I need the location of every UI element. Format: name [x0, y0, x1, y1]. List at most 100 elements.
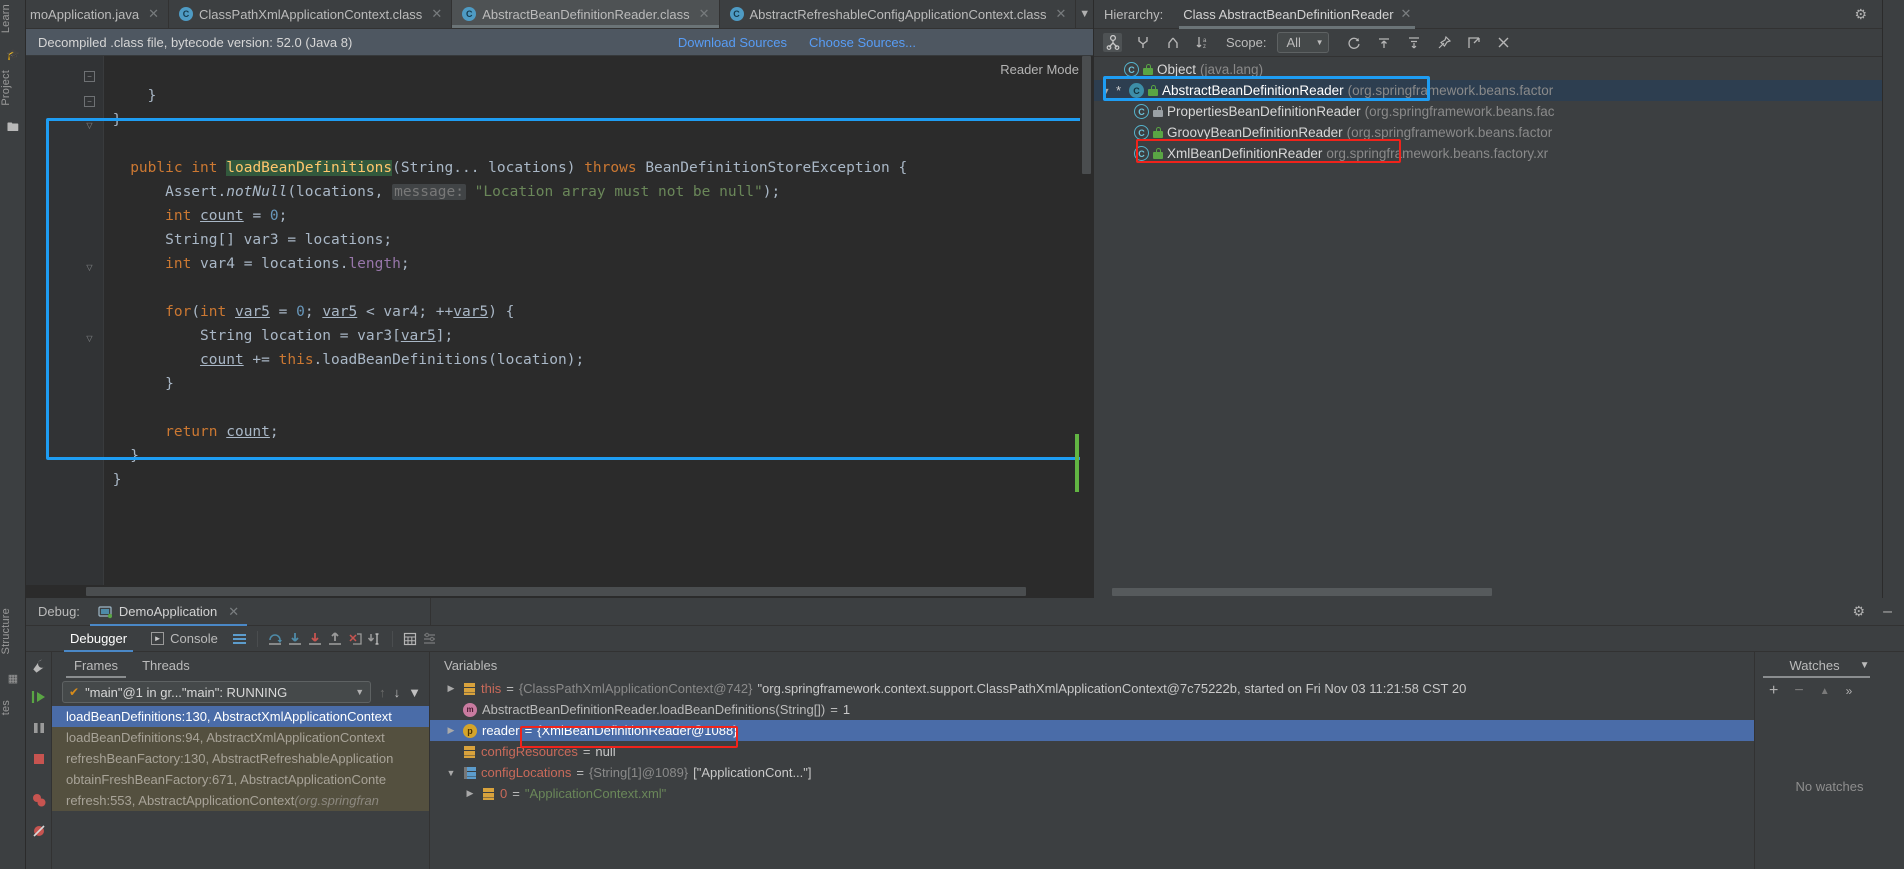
close-icon[interactable]: ✕ [699, 6, 710, 22]
view-breakpoints-icon[interactable] [29, 790, 49, 810]
both-hierarchy-icon[interactable] [1163, 33, 1182, 52]
tree-row-object[interactable]: C Object (java.lang) [1094, 59, 1904, 80]
close-icon[interactable] [1494, 33, 1513, 52]
refresh-icon[interactable] [1344, 33, 1363, 52]
hierarchy-horizontal-scrollbar[interactable] [1094, 587, 1904, 598]
editor-gutter[interactable]: − − ▽ ▽ ▽ [26, 56, 104, 598]
step-out-icon[interactable] [325, 629, 345, 649]
fold-marker[interactable]: ▽ [84, 121, 95, 132]
more-icon[interactable]: » [1846, 684, 1853, 698]
tab-threads[interactable]: Threads [130, 652, 202, 678]
fold-marker[interactable]: − [84, 96, 95, 107]
scrollbar-thumb[interactable] [86, 587, 1026, 596]
close-icon[interactable]: ✕ [1401, 6, 1412, 22]
tree-row-xmlbeandefinitionreader[interactable]: C XmlBeanDefinitionReader org.springfram… [1094, 143, 1904, 164]
scrollbar-thumb[interactable] [1082, 56, 1091, 174]
step-into-icon[interactable] [285, 629, 305, 649]
force-step-into-icon[interactable] [305, 629, 325, 649]
filter-icon[interactable]: ▼ [408, 685, 421, 700]
stack-frame-row[interactable]: loadBeanDefinitions:130, AbstractXmlAppl… [52, 706, 429, 727]
download-sources-link[interactable]: Download Sources [678, 35, 787, 50]
gear-icon[interactable]: ⚙ [1853, 603, 1866, 620]
thread-selector[interactable]: ✔ "main"@1 in gr..."main": RUNNING ▼ [62, 681, 372, 703]
hierarchy-tab[interactable]: Class AbstractBeanDefinitionReader ✕ [1177, 0, 1417, 29]
close-icon[interactable]: ✕ [431, 6, 442, 22]
fold-marker[interactable]: − [84, 71, 95, 82]
variables-list[interactable]: ▶ this = {ClassPathXmlApplicationContext… [430, 678, 1754, 869]
code-editor[interactable]: − − ▽ ▽ ▽ } } public int loadBeanDefinit… [26, 56, 1093, 598]
export-to-textfile-icon[interactable] [1374, 33, 1393, 52]
tab-debugger[interactable]: Debugger [58, 626, 139, 652]
add-watch-icon[interactable]: + [1769, 682, 1778, 700]
variable-row-index-0[interactable]: ▶ 0 = "ApplicationContext.xml" [430, 783, 1754, 804]
fold-marker[interactable]: ▽ [84, 263, 95, 274]
scrollbar-thumb[interactable] [1112, 588, 1492, 596]
open-in-new-window-icon[interactable] [1464, 33, 1483, 52]
tab-frames[interactable]: Frames [62, 652, 130, 678]
hierarchy-tree[interactable]: C Object (java.lang) ▼ * C AbstractBeanD… [1094, 57, 1904, 598]
layout-icon[interactable] [230, 629, 250, 649]
editor-tab-abstractbeandefinitionreader[interactable]: C AbstractBeanDefinitionReader.class ✕ [452, 0, 720, 28]
remove-watch-icon[interactable]: − [1794, 682, 1803, 700]
step-over-icon[interactable] [265, 629, 285, 649]
editor-horizontal-scrollbar[interactable] [26, 585, 1093, 598]
editor-tab-classpathxmlapplicationcontext[interactable]: C ClassPathXmlApplicationContext.class ✕ [169, 0, 453, 28]
tab-console[interactable]: ► Console [139, 626, 230, 652]
sidebar-item-learn[interactable]: Learn [0, 4, 26, 33]
debug-session-tab[interactable]: DemoApplication ✕ [89, 598, 248, 626]
run-to-cursor-icon[interactable] [365, 629, 385, 649]
sort-alphabetically-icon[interactable]: az [1193, 33, 1212, 52]
editor-vertical-scrollbar[interactable] [1080, 56, 1093, 598]
wrench-icon[interactable] [29, 656, 49, 676]
arrow-up-icon[interactable]: ↑ [379, 685, 386, 700]
fold-marker[interactable] [84, 406, 95, 417]
stack-frame-row[interactable]: refresh:553, AbstractApplicationContext … [52, 790, 429, 811]
resume-program-icon[interactable] [29, 687, 49, 707]
move-up-icon[interactable]: ▲ [1820, 686, 1830, 697]
arrow-down-icon[interactable]: ↓ [394, 685, 401, 700]
scope-dropdown[interactable]: All ▼ [1277, 32, 1330, 53]
sidebar-item-project[interactable]: Project [0, 70, 26, 106]
stack-frame-row[interactable]: obtainFreshBeanFactory:671, AbstractAppl… [52, 769, 429, 790]
chevron-down-icon[interactable]: ▼ [1860, 660, 1870, 671]
variable-row-this[interactable]: ▶ this = {ClassPathXmlApplicationContext… [430, 678, 1754, 699]
supertypes-hierarchy-icon[interactable] [1133, 33, 1152, 52]
editor-tab-abstractrefreshableconfigapplicationcontext[interactable]: C AbstractRefreshableConfigApplicationCo… [719, 0, 1077, 28]
drop-frame-icon[interactable] [345, 629, 365, 649]
chevron-right-icon[interactable]: ▶ [444, 725, 458, 736]
tree-row-groovybeandefinitionreader[interactable]: C GroovyBeanDefinitionReader (org.spring… [1094, 122, 1904, 143]
evaluate-expression-icon[interactable] [400, 629, 420, 649]
stack-frame-row[interactable]: refreshBeanFactory:130, AbstractRefresha… [52, 748, 429, 769]
mute-breakpoints-icon[interactable] [29, 821, 49, 841]
stop-icon[interactable] [29, 749, 49, 769]
choose-sources-link[interactable]: Choose Sources... [809, 35, 916, 50]
chevron-down-icon[interactable]: ▼ [1100, 86, 1112, 96]
chevron-down-icon[interactable]: ▼ [444, 768, 458, 778]
minimize-icon[interactable]: – [1883, 603, 1892, 621]
close-icon[interactable]: ✕ [1056, 6, 1067, 22]
chevron-right-icon[interactable]: ▶ [463, 788, 477, 799]
code-text[interactable]: } } public int loadBeanDefinitions(Strin… [104, 56, 1093, 598]
fold-marker[interactable]: ▽ [84, 334, 95, 345]
call-stack-list[interactable]: loadBeanDefinitions:130, AbstractXmlAppl… [52, 706, 429, 869]
chevron-down-icon[interactable]: ▼ [1076, 0, 1093, 28]
close-icon[interactable]: ✕ [228, 604, 239, 620]
variable-row-reader[interactable]: ▶ p reader = {XmlBeanDefinitionReader@10… [430, 720, 1754, 741]
debug-settings-icon[interactable] [420, 629, 440, 649]
variable-row-configresources[interactable]: configResources = null [430, 741, 1754, 762]
variable-row-method-return[interactable]: m AbstractBeanDefinitionReader.loadBeanD… [430, 699, 1754, 720]
subtypes-hierarchy-icon[interactable] [1103, 33, 1122, 52]
gear-icon[interactable]: ⚙ [1855, 6, 1868, 23]
editor-tab-demoapplication[interactable]: moApplication.java ✕ [26, 0, 170, 28]
variable-row-configlocations[interactable]: ▼ configLocations = {String[1]@1089} ["A… [430, 762, 1754, 783]
pin-tab-icon[interactable] [1434, 33, 1453, 52]
sidebar-item-structure[interactable]: Structure [0, 608, 26, 654]
pause-program-icon[interactable] [29, 718, 49, 738]
tree-row-propertiesbeandefinitionreader[interactable]: C PropertiesBeanDefinitionReader (org.sp… [1094, 101, 1904, 122]
close-icon[interactable]: ✕ [148, 6, 159, 22]
expand-all-icon[interactable] [1404, 33, 1423, 52]
tree-row-abstractbeandefinitionreader[interactable]: ▼ * C AbstractBeanDefinitionReader (org.… [1094, 80, 1904, 101]
sidebar-item-favorites[interactable]: tes [0, 700, 26, 715]
reader-mode-label[interactable]: Reader Mode [1000, 58, 1087, 82]
stack-frame-row[interactable]: loadBeanDefinitions:94, AbstractXmlAppli… [52, 727, 429, 748]
